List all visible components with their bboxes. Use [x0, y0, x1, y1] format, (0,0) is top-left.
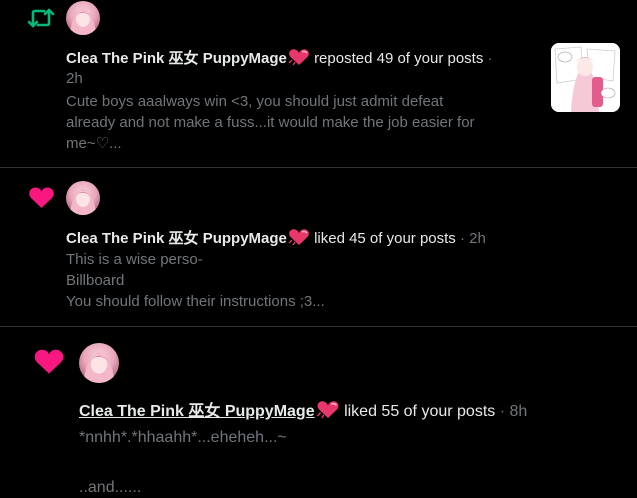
notification-action-text: reposted 49 of your posts [314, 50, 484, 67]
separator-dot: · [499, 403, 506, 420]
post-text-line: Billboard [66, 272, 125, 289]
user-name-link[interactable]: Clea The Pink 巫女 PuppyMage [66, 230, 287, 247]
separator-dot: · [487, 50, 493, 67]
post-text-line: *nnhh*.*hhaahh*...eheheh...~ [79, 429, 287, 446]
post-text-line [79, 450, 599, 475]
separator-dot: · [459, 230, 465, 247]
heart-emoji [316, 400, 340, 425]
post-thumbnail[interactable] [551, 43, 620, 112]
post-text-line: me~♡... [66, 135, 122, 152]
timestamp[interactable]: 2h [469, 230, 486, 247]
user-avatar[interactable] [66, 1, 100, 35]
post-text-line: You should follow their instructions ;3.… [66, 293, 325, 310]
notification-action-text: liked 55 of your posts [344, 403, 496, 420]
heart-icon [28, 186, 55, 210]
user-avatar[interactable] [66, 181, 100, 215]
notification-like[interactable]: Clea The Pink 巫女 PuppyMage liked 45 of y… [0, 168, 637, 327]
notification-repost[interactable]: Clea The Pink 巫女 PuppyMage reposted 49 o… [0, 0, 637, 168]
timestamp[interactable]: 8h [510, 403, 528, 420]
user-name-link[interactable]: Clea The Pink 巫女 PuppyMage [66, 50, 287, 67]
post-text-line: ..and...... [79, 479, 142, 496]
notification-action-text: liked 45 of your posts [314, 230, 456, 247]
post-text-line: already and not make a fuss...it would m… [66, 114, 475, 131]
heart-icon [33, 348, 65, 376]
repost-icon [27, 6, 55, 30]
user-name-link[interactable]: Clea The Pink 巫女 PuppyMage [79, 403, 315, 420]
timestamp[interactable]: 2h [66, 70, 83, 87]
post-text-line: Cute boys aaalways win <3, you should ju… [66, 93, 444, 110]
user-avatar[interactable] [79, 343, 119, 383]
post-text-line: This is a wise perso- [66, 251, 203, 268]
notification-like[interactable]: Clea The Pink 巫女 PuppyMage liked 55 of y… [0, 327, 637, 498]
heart-emoji [288, 48, 310, 72]
